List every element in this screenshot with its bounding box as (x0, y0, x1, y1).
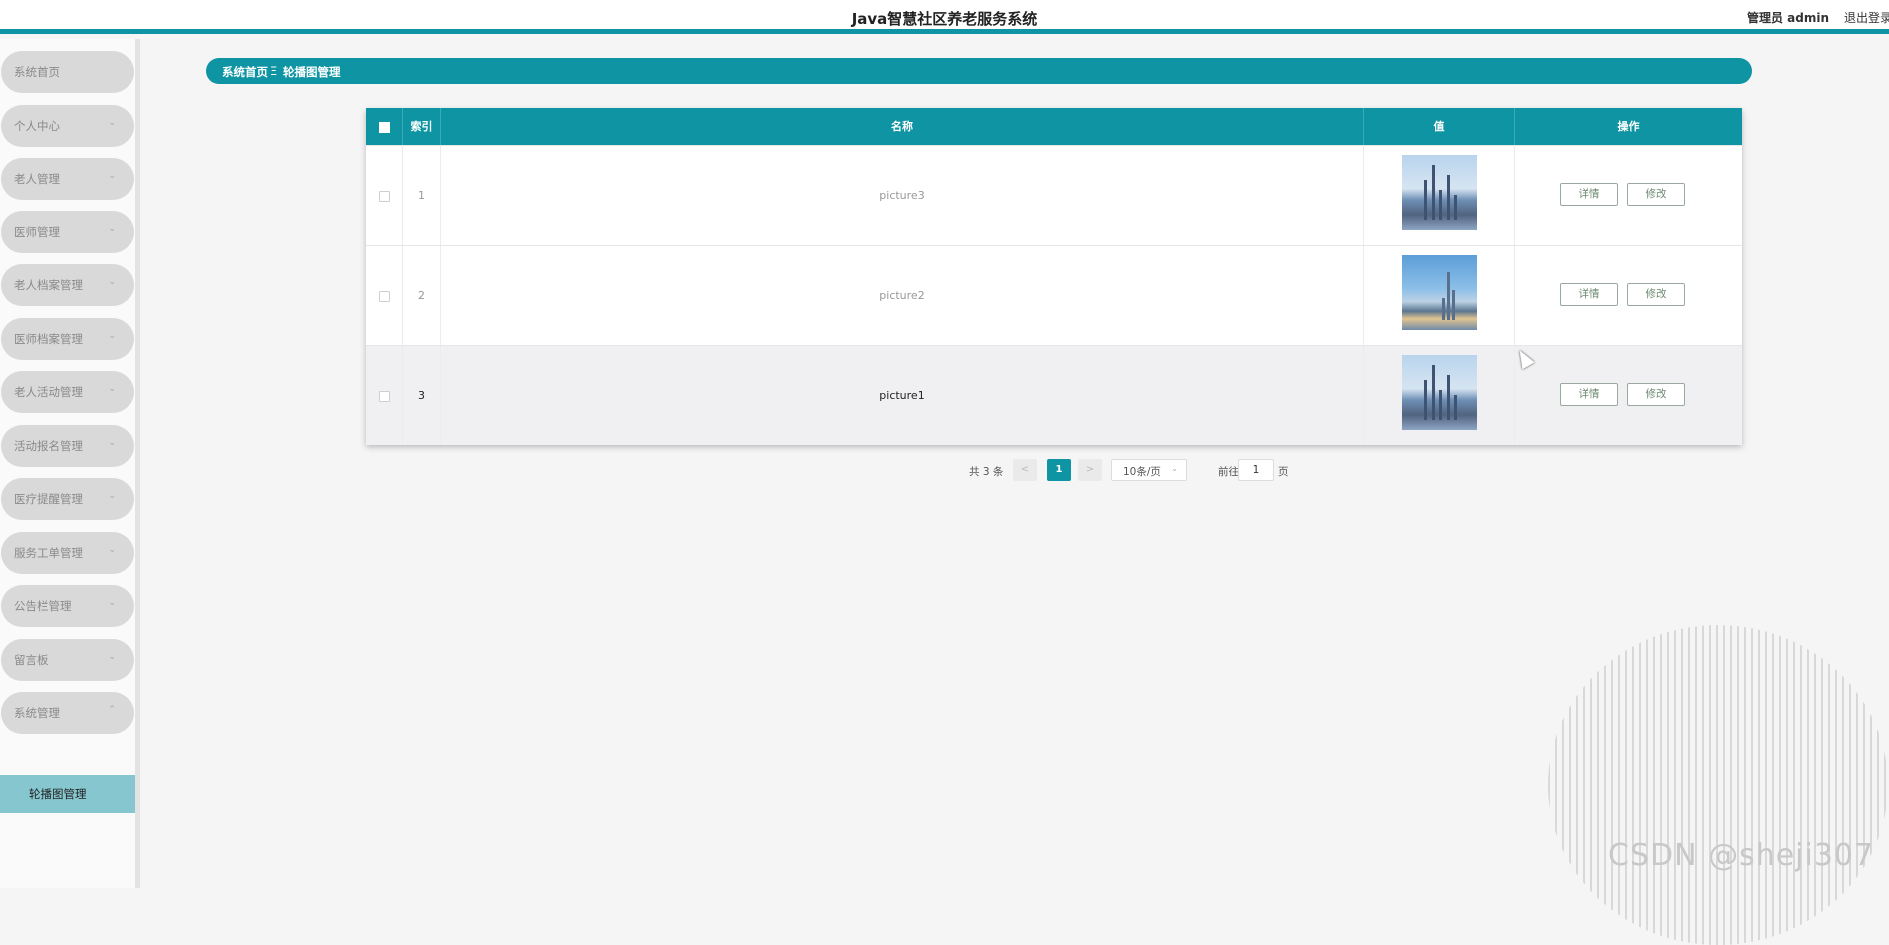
row-name: picture1 (441, 346, 1364, 445)
column-header-name: 名称 (441, 108, 1364, 145)
goto-label: 前往 (1218, 466, 1239, 478)
pagination-total: 共 3 条 (969, 466, 1004, 478)
sidebar-item-label: 系统管理 (14, 706, 60, 720)
sidebar: 系统首页 个人中心 ⌄ 老人管理 ⌄ 医师管理 ⌄ 老人档案管理 ⌄ 医师档案管… (0, 39, 140, 888)
table-row: 3 picture1 详情 修改 (366, 345, 1742, 445)
goto-suffix: 页 (1278, 466, 1289, 478)
edit-button[interactable]: 修改 (1627, 383, 1685, 406)
sidebar-item-label: 留言板 (14, 653, 49, 667)
table-row: 1 picture3 详情 修改 (366, 145, 1742, 245)
sidebar-item-label: 活动报名管理 (14, 439, 83, 453)
next-page-button[interactable]: > (1078, 459, 1102, 481)
chevron-up-icon: ⌃ (108, 705, 116, 715)
row-actions-cell: 详情 修改 (1515, 346, 1742, 445)
sidebar-subitem-carousel[interactable]: 轮播图管理 (0, 775, 135, 813)
detail-button[interactable]: 详情 (1560, 383, 1618, 406)
carousel-image-thumbnail[interactable] (1402, 355, 1477, 430)
row-select-cell (366, 246, 403, 345)
row-select-cell (366, 146, 403, 245)
row-actions-cell: 详情 修改 (1515, 146, 1742, 245)
row-checkbox[interactable] (378, 390, 390, 402)
sidebar-item-label: 个人中心 (14, 119, 60, 133)
row-actions-cell: 详情 修改 (1515, 246, 1742, 345)
chevron-down-icon: ⌄ (108, 598, 116, 608)
sidebar-item-label: 服务工单管理 (14, 546, 83, 560)
row-name: picture3 (441, 146, 1364, 245)
top-header: Java智慧社区养老服务系统 管理员 admin 退出登录 (0, 0, 1889, 34)
chevron-down-icon: ⌄ (108, 118, 116, 128)
chevron-down-icon: ⌄ (108, 171, 116, 181)
column-header-index: 索引 (403, 108, 441, 145)
admin-label: 管理员 admin (1746, 11, 1829, 25)
breadcrumb-current: 轮播图管理 (283, 65, 341, 79)
detail-button[interactable]: 详情 (1560, 283, 1618, 306)
page-size-value: 10条/页 (1123, 466, 1161, 478)
row-select-cell (366, 346, 403, 445)
table-row: 2 picture2 详情 修改 (366, 245, 1742, 345)
row-value-cell (1364, 346, 1515, 445)
row-value-cell (1364, 146, 1515, 245)
sidebar-item-label: 老人活动管理 (14, 385, 83, 399)
chevron-down-icon: ⌄ (108, 652, 116, 662)
sidebar-item-label: 公告栏管理 (14, 599, 72, 613)
carousel-image-thumbnail[interactable] (1402, 255, 1477, 330)
select-all-checkbox[interactable] (378, 121, 390, 133)
sidebar-item-medical-reminders[interactable]: 医疗提醒管理 ⌄ (1, 478, 134, 520)
page-number-button[interactable]: 1 (1047, 459, 1071, 481)
sidebar-item-label: 医疗提醒管理 (14, 492, 83, 506)
edit-button[interactable]: 修改 (1627, 283, 1685, 306)
edit-button[interactable]: 修改 (1627, 183, 1685, 206)
breadcrumb-home-link[interactable]: 系统首页 (222, 64, 268, 80)
chevron-down-icon: ⌄ (108, 438, 116, 448)
row-name: picture2 (441, 246, 1364, 345)
carousel-table: 索引 名称 值 操作 1 picture3 详情 修改 2 picture2 详… (366, 108, 1742, 445)
row-index: 2 (403, 246, 441, 345)
row-checkbox[interactable] (378, 290, 390, 302)
sidebar-item-label: 系统首页 (14, 65, 60, 79)
sidebar-item-elder-management[interactable]: 老人管理 ⌄ (1, 158, 134, 200)
chevron-down-icon: ⌄ (108, 277, 116, 287)
sidebar-subitem-label: 轮播图管理 (29, 787, 87, 801)
sidebar-item-doctor-records[interactable]: 医师档案管理 ⌄ (1, 318, 134, 360)
sidebar-item-label: 老人管理 (14, 172, 60, 186)
row-checkbox[interactable] (378, 190, 390, 202)
sidebar-item-system-management[interactable]: 系统管理 ⌃ (1, 692, 134, 734)
breadcrumb: 系统首页 Ξ 轮播图管理 (206, 58, 1752, 84)
select-all-cell (366, 108, 403, 145)
sidebar-item-message-board[interactable]: 留言板 ⌄ (1, 639, 134, 681)
breadcrumb-separator-icon: Ξ (270, 64, 278, 78)
logout-link[interactable]: 退出登录 (1844, 9, 1889, 26)
table-header: 索引 名称 值 操作 (366, 108, 1742, 145)
chevron-down-icon: ⌄ (108, 224, 116, 234)
sidebar-item-label: 医师档案管理 (14, 332, 83, 346)
row-index: 1 (403, 146, 441, 245)
app-title: Java智慧社区养老服务系统 (851, 10, 1038, 28)
sidebar-item-home[interactable]: 系统首页 (1, 51, 134, 93)
sidebar-item-doctor-management[interactable]: 医师管理 ⌄ (1, 211, 134, 253)
sidebar-item-elder-activities[interactable]: 老人活动管理 ⌄ (1, 371, 134, 413)
column-header-value: 值 (1364, 108, 1515, 145)
chevron-down-icon: ⌄ (108, 331, 116, 341)
row-index: 3 (403, 346, 441, 445)
carousel-image-thumbnail[interactable] (1402, 155, 1477, 230)
watermark-text: CSDN @sheji307 (1608, 838, 1875, 873)
chevron-down-icon: ⌄ (108, 384, 116, 394)
sidebar-item-label: 医师管理 (14, 225, 60, 239)
detail-button[interactable]: 详情 (1560, 183, 1618, 206)
prev-page-button[interactable]: < (1013, 459, 1037, 481)
row-value-cell (1364, 246, 1515, 345)
sidebar-item-personal-center[interactable]: 个人中心 ⌄ (1, 105, 134, 147)
column-header-actions: 操作 (1617, 120, 1640, 133)
goto-page-input[interactable] (1238, 459, 1274, 481)
sidebar-item-bulletin[interactable]: 公告栏管理 ⌄ (1, 585, 134, 627)
chevron-down-icon: ⌄ (108, 491, 116, 501)
sidebar-item-label: 老人档案管理 (14, 278, 83, 292)
decorative-striped-circle (1548, 625, 1888, 945)
sidebar-item-activity-signup[interactable]: 活动报名管理 ⌄ (1, 425, 134, 467)
sidebar-item-elder-records[interactable]: 老人档案管理 ⌄ (1, 264, 134, 306)
sidebar-item-service-orders[interactable]: 服务工单管理 ⌄ (1, 532, 134, 574)
chevron-down-icon: ⌄ (108, 545, 116, 555)
page-size-select[interactable]: 10条/页 ⌄ (1111, 459, 1187, 481)
chevron-down-icon: ⌄ (1171, 464, 1178, 473)
